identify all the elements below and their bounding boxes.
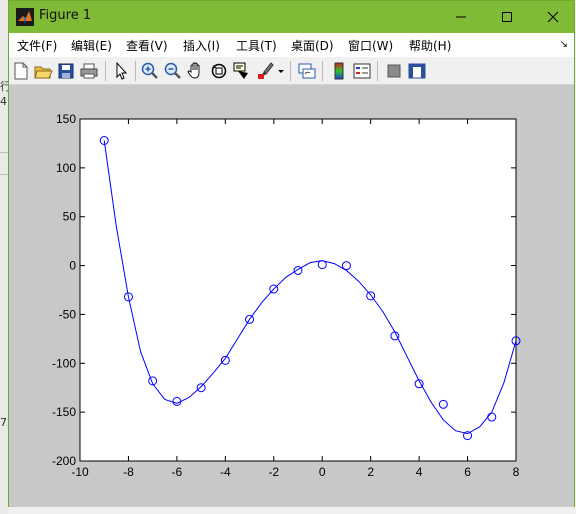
menu-view[interactable]: 查看(V) [126, 37, 168, 54]
x-tick-label: -6 [172, 465, 183, 479]
menu-bar: 文件(F) 编辑(E) 查看(V) 插入(I) 工具(T) 桌面(D) 窗口(W… [9, 33, 574, 57]
x-tick-label: 0 [319, 465, 326, 479]
rotate-3d-button[interactable] [209, 61, 229, 81]
x-tick-label: -4 [220, 465, 231, 479]
y-tick-label: -150 [52, 405, 76, 419]
print-icon [80, 63, 98, 79]
x-tick-label: 6 [464, 465, 471, 479]
x-tick-label: -8 [123, 465, 134, 479]
x-tick-label: 2 [367, 465, 374, 479]
toolbar-separator [290, 61, 291, 81]
print-button[interactable] [79, 61, 99, 81]
plot-svg[interactable]: -10 -8 -6 -4 -2 0 2 4 6 8-200-150-100-50050100150 [9, 85, 574, 507]
maximize-icon [502, 12, 512, 22]
y-tick-label: 50 [63, 210, 77, 224]
close-button[interactable] [530, 1, 576, 33]
y-tick-label: 100 [56, 161, 76, 175]
menu-insert[interactable]: 插入(I) [183, 37, 220, 54]
matlab-logo-icon [16, 8, 34, 26]
show-plot-tools-icon [408, 63, 426, 79]
background-divider [0, 152, 8, 153]
edit-plot-button[interactable] [111, 61, 131, 81]
zoom-in-button[interactable] [140, 61, 160, 81]
y-tick-label: -100 [52, 356, 76, 370]
figure-window: Figure 1 文件(F) 编辑(E) 查看(V) 插入(I) 工具(T) 桌… [8, 0, 575, 507]
new-figure-button[interactable] [11, 61, 31, 81]
x-tick-label: 8 [513, 465, 520, 479]
new-figure-icon [14, 62, 28, 80]
menu-dock-arrow-icon[interactable]: ↘ [560, 39, 568, 50]
menu-window[interactable]: 窗口(W) [348, 37, 393, 54]
colorbar-button[interactable] [329, 61, 349, 81]
hide-plot-tools-button[interactable] [384, 61, 404, 81]
hide-plot-tools-icon [387, 64, 401, 78]
edit-plot-arrow-icon [116, 61, 128, 80]
minimize-button[interactable] [438, 1, 484, 33]
x-tick-label: 4 [416, 465, 423, 479]
menu-file[interactable]: 文件(F) [17, 37, 57, 54]
background-divider [0, 174, 8, 175]
x-tick-label: -2 [268, 465, 279, 479]
toolbar-separator [322, 61, 323, 81]
zoom-out-icon [164, 62, 181, 79]
maximize-button[interactable] [484, 1, 530, 33]
save-icon [58, 63, 74, 79]
background-window-strip: 行 4 72 [0, 0, 14, 514]
menu-help[interactable]: 帮助(H) [409, 37, 451, 54]
pan-button[interactable] [186, 61, 206, 81]
toolbar-separator [135, 61, 136, 81]
menu-tools[interactable]: 工具(T) [236, 37, 277, 54]
y-tick-label: -200 [52, 454, 76, 468]
data-cursor-button[interactable] [232, 61, 252, 81]
toolbar-separator [105, 61, 106, 81]
zoom-out-button[interactable] [163, 61, 183, 81]
figure-toolbar [9, 57, 574, 85]
zoom-in-icon [141, 62, 158, 79]
brush-button[interactable] [255, 61, 275, 81]
close-icon [547, 11, 559, 23]
open-file-icon [34, 66, 53, 79]
y-tick-label: 150 [56, 112, 76, 126]
menu-edit[interactable]: 编辑(E) [71, 37, 112, 54]
save-button[interactable] [56, 61, 76, 81]
window-title: Figure 1 [39, 8, 92, 23]
figure-canvas: -10 -8 -6 -4 -2 0 2 4 6 8 -200 -150 -100 -50 0 50 100 150 [9, 85, 574, 507]
link-plot-button[interactable] [297, 61, 317, 81]
data-cursor-icon [233, 62, 248, 79]
rotate-3d-icon [211, 63, 227, 79]
legend-button[interactable] [352, 61, 372, 81]
link-plot-icon [298, 63, 316, 79]
background-text-fragment: 4 [0, 95, 7, 108]
minimize-icon [456, 16, 466, 18]
pan-hand-icon [187, 62, 200, 79]
show-plot-tools-button[interactable] [407, 61, 427, 81]
menu-desktop[interactable]: 桌面(D) [291, 37, 334, 54]
title-bar[interactable]: Figure 1 [9, 1, 574, 33]
y-tick-label: 0 [69, 259, 76, 273]
legend-icon [353, 63, 371, 79]
axes-background [79, 118, 517, 462]
brush-dropdown[interactable] [276, 61, 286, 81]
chevron-down-icon [278, 70, 284, 73]
colorbar-icon [334, 62, 344, 80]
y-tick-label: -50 [59, 307, 77, 321]
toolbar-separator [377, 61, 378, 81]
brush-icon [258, 62, 274, 79]
open-file-button[interactable] [33, 61, 53, 81]
